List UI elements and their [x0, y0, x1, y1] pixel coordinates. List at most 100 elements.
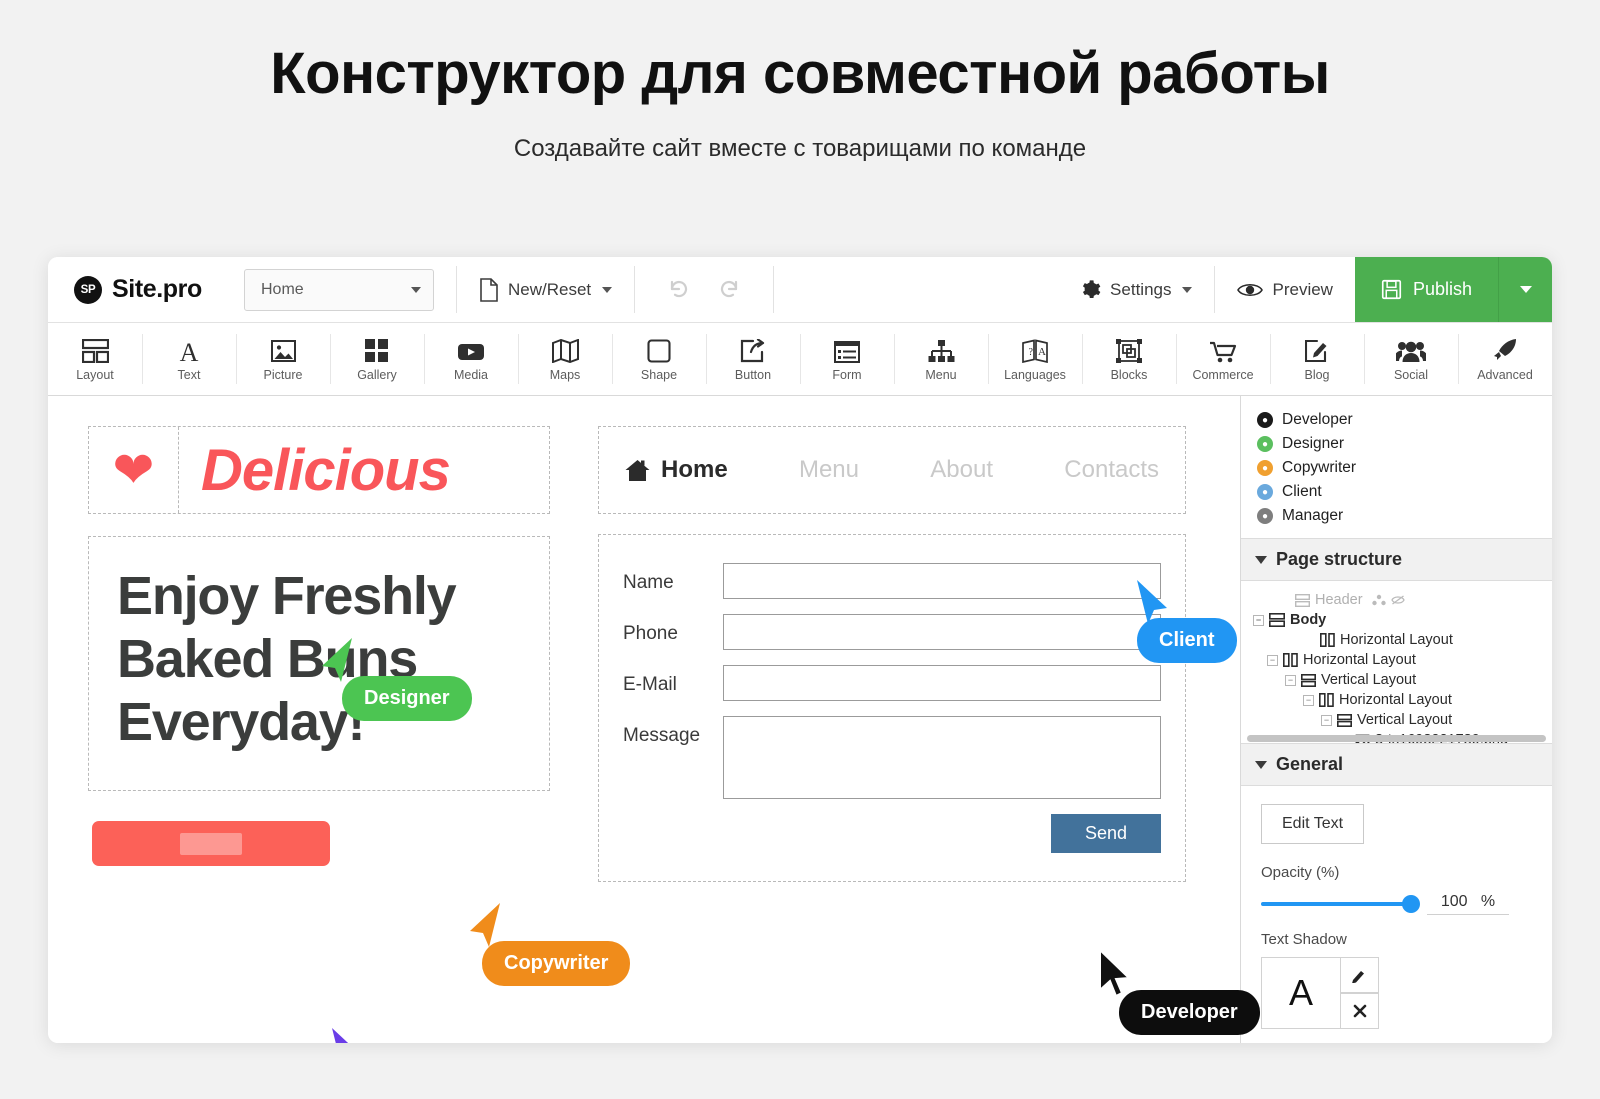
widget-social[interactable]: Social — [1364, 323, 1458, 395]
tree-toggle[interactable]: − — [1303, 694, 1314, 706]
opacity-value-field[interactable]: 100 % — [1427, 893, 1509, 915]
widget-maps[interactable]: Maps — [518, 323, 612, 395]
opacity-slider[interactable] — [1261, 895, 1420, 913]
widget-blocks[interactable]: Blocks — [1082, 323, 1176, 395]
user-row[interactable]: ● Copywriter — [1257, 456, 1552, 480]
tree-row[interactable]: Horizontal Layout — [1241, 630, 1552, 650]
canvas-area[interactable]: ❤ Delicious Enjoy Freshly Baked Buns Eve… — [48, 396, 1260, 1043]
user-row[interactable]: ● Designer — [1257, 432, 1552, 456]
phone-input[interactable] — [723, 614, 1161, 650]
new-reset-button[interactable]: New/Reset — [457, 257, 634, 322]
widget-gallery[interactable]: Gallery — [330, 323, 424, 395]
sitepro-mark-icon: SP — [74, 275, 102, 304]
tree-toggle[interactable]: − — [1285, 674, 1296, 686]
preview-button[interactable]: Preview — [1215, 257, 1354, 322]
site-nav-block[interactable]: Home Menu About Contacts — [598, 426, 1186, 514]
tree-label: Horizontal Layout — [1303, 652, 1416, 668]
button-icon — [740, 337, 766, 363]
logo-block[interactable]: ❤ Delicious — [88, 426, 550, 514]
brand-logo[interactable]: SP Site.pro — [48, 257, 244, 322]
chevron-down-icon — [1182, 286, 1193, 293]
page-selector[interactable]: Home — [244, 268, 434, 311]
vertical-layout-icon — [1269, 613, 1285, 627]
user-row[interactable]: ● Developer — [1257, 408, 1552, 432]
user-name: Designer — [1282, 435, 1345, 452]
avatar-icon: ● — [1257, 484, 1273, 500]
page-title: Конструктор для совместной работы — [270, 41, 1330, 106]
chevron-down-icon — [1255, 555, 1267, 564]
tree-row[interactable]: − Body — [1241, 610, 1552, 630]
logo-heart-cell[interactable]: ❤ — [89, 427, 179, 513]
avatar-icon: ● — [1257, 460, 1273, 476]
tree-row[interactable]: − Horizontal Layout — [1241, 690, 1552, 710]
languages-icon: ? A — [1022, 337, 1048, 363]
widget-advanced[interactable]: Advanced — [1458, 323, 1552, 395]
message-textarea[interactable] — [723, 716, 1161, 799]
tree-toggle[interactable]: − — [1321, 714, 1332, 726]
hidden-eye-icon[interactable] — [1390, 594, 1405, 606]
tree-toggle — [1279, 595, 1290, 606]
redo-icon[interactable] — [717, 277, 743, 303]
user-row[interactable]: ● Manager — [1257, 504, 1552, 528]
edit-text-button[interactable]: Edit Text — [1261, 804, 1365, 844]
clear-shadow-button[interactable] — [1341, 993, 1379, 1029]
undo-icon[interactable] — [665, 277, 691, 303]
opacity-slider-handle[interactable] — [1402, 895, 1420, 913]
user-name: Client — [1282, 483, 1322, 500]
tree-row[interactable]: − Horizontal Layout — [1241, 650, 1552, 670]
sitemap-icon[interactable] — [1371, 594, 1386, 606]
svg-text:A: A — [180, 339, 199, 363]
widget-media[interactable]: Media — [424, 323, 518, 395]
heart-icon: ❤ — [112, 442, 155, 498]
widget-button[interactable]: Button — [706, 323, 800, 395]
nav-item-contacts[interactable]: Contacts — [1064, 456, 1159, 484]
page-structure-header[interactable]: Page structure — [1241, 538, 1552, 581]
widget-blog[interactable]: Blog — [1270, 323, 1364, 395]
red-cta-button-placeholder — [180, 832, 242, 855]
tree-toggle[interactable]: − — [1253, 614, 1264, 626]
tree-row[interactable]: Header — [1241, 590, 1552, 610]
cursor-manager-icon — [332, 1028, 349, 1043]
publish-button[interactable]: Publish — [1354, 257, 1498, 322]
user-row[interactable]: ● Client — [1257, 480, 1552, 504]
layout-icon — [81, 337, 109, 363]
widget-shape[interactable]: Shape — [612, 323, 706, 395]
nav-item-menu[interactable]: Menu — [799, 456, 859, 484]
tree-toggle[interactable]: − — [1267, 654, 1278, 666]
tree-scrollbar[interactable] — [1247, 735, 1546, 742]
widget-layout[interactable]: Layout — [48, 323, 142, 395]
widget-languages[interactable]: ? A Languages — [988, 323, 1082, 395]
widget-text[interactable]: A Text — [142, 323, 236, 395]
widget-picture[interactable]: Picture — [236, 323, 330, 395]
widget-label: Media — [453, 367, 489, 382]
settings-button[interactable]: Settings — [1058, 257, 1214, 322]
form-label-phone: Phone — [623, 623, 678, 644]
logo-text[interactable]: Delicious — [179, 427, 549, 513]
widget-commerce[interactable]: Commerce — [1176, 323, 1270, 395]
tree-row[interactable]: − Vertical Layout — [1241, 670, 1552, 690]
nav-item-home[interactable]: Home — [625, 456, 728, 484]
publish-dropdown-button[interactable] — [1498, 257, 1552, 322]
opacity-control: 100 % — [1261, 893, 1532, 915]
widget-label: Button — [734, 367, 772, 382]
vertical-layout-icon — [1301, 673, 1316, 687]
contact-form-block[interactable]: Name Phone E-Mail Message Send — [598, 534, 1186, 882]
edit-shadow-button[interactable] — [1341, 957, 1379, 993]
widget-menu[interactable]: Menu — [894, 323, 988, 395]
form-row: Phone — [623, 614, 1161, 650]
page-subtitle: Создавайте сайт вместе с товарищами по к… — [513, 134, 1087, 162]
form-icon — [834, 337, 860, 363]
name-input[interactable] — [723, 563, 1161, 599]
page-structure-tree[interactable]: Header − Body Horizontal Layout − Horizo… — [1241, 581, 1552, 743]
tree-label: Header — [1315, 592, 1363, 608]
widget-form[interactable]: Form — [800, 323, 894, 395]
tree-row[interactable]: − Vertical Layout — [1241, 710, 1552, 730]
red-cta-button[interactable] — [92, 821, 330, 866]
general-section-header[interactable]: General — [1241, 743, 1552, 786]
nav-item-about[interactable]: About — [930, 456, 993, 484]
pencil-icon — [1352, 970, 1364, 983]
email-input[interactable] — [723, 665, 1161, 701]
headline-block[interactable]: Enjoy Freshly Baked Buns Everyday! — [88, 536, 550, 791]
opacity-label: Opacity (%) — [1261, 864, 1340, 881]
send-button[interactable]: Send — [1050, 814, 1161, 853]
